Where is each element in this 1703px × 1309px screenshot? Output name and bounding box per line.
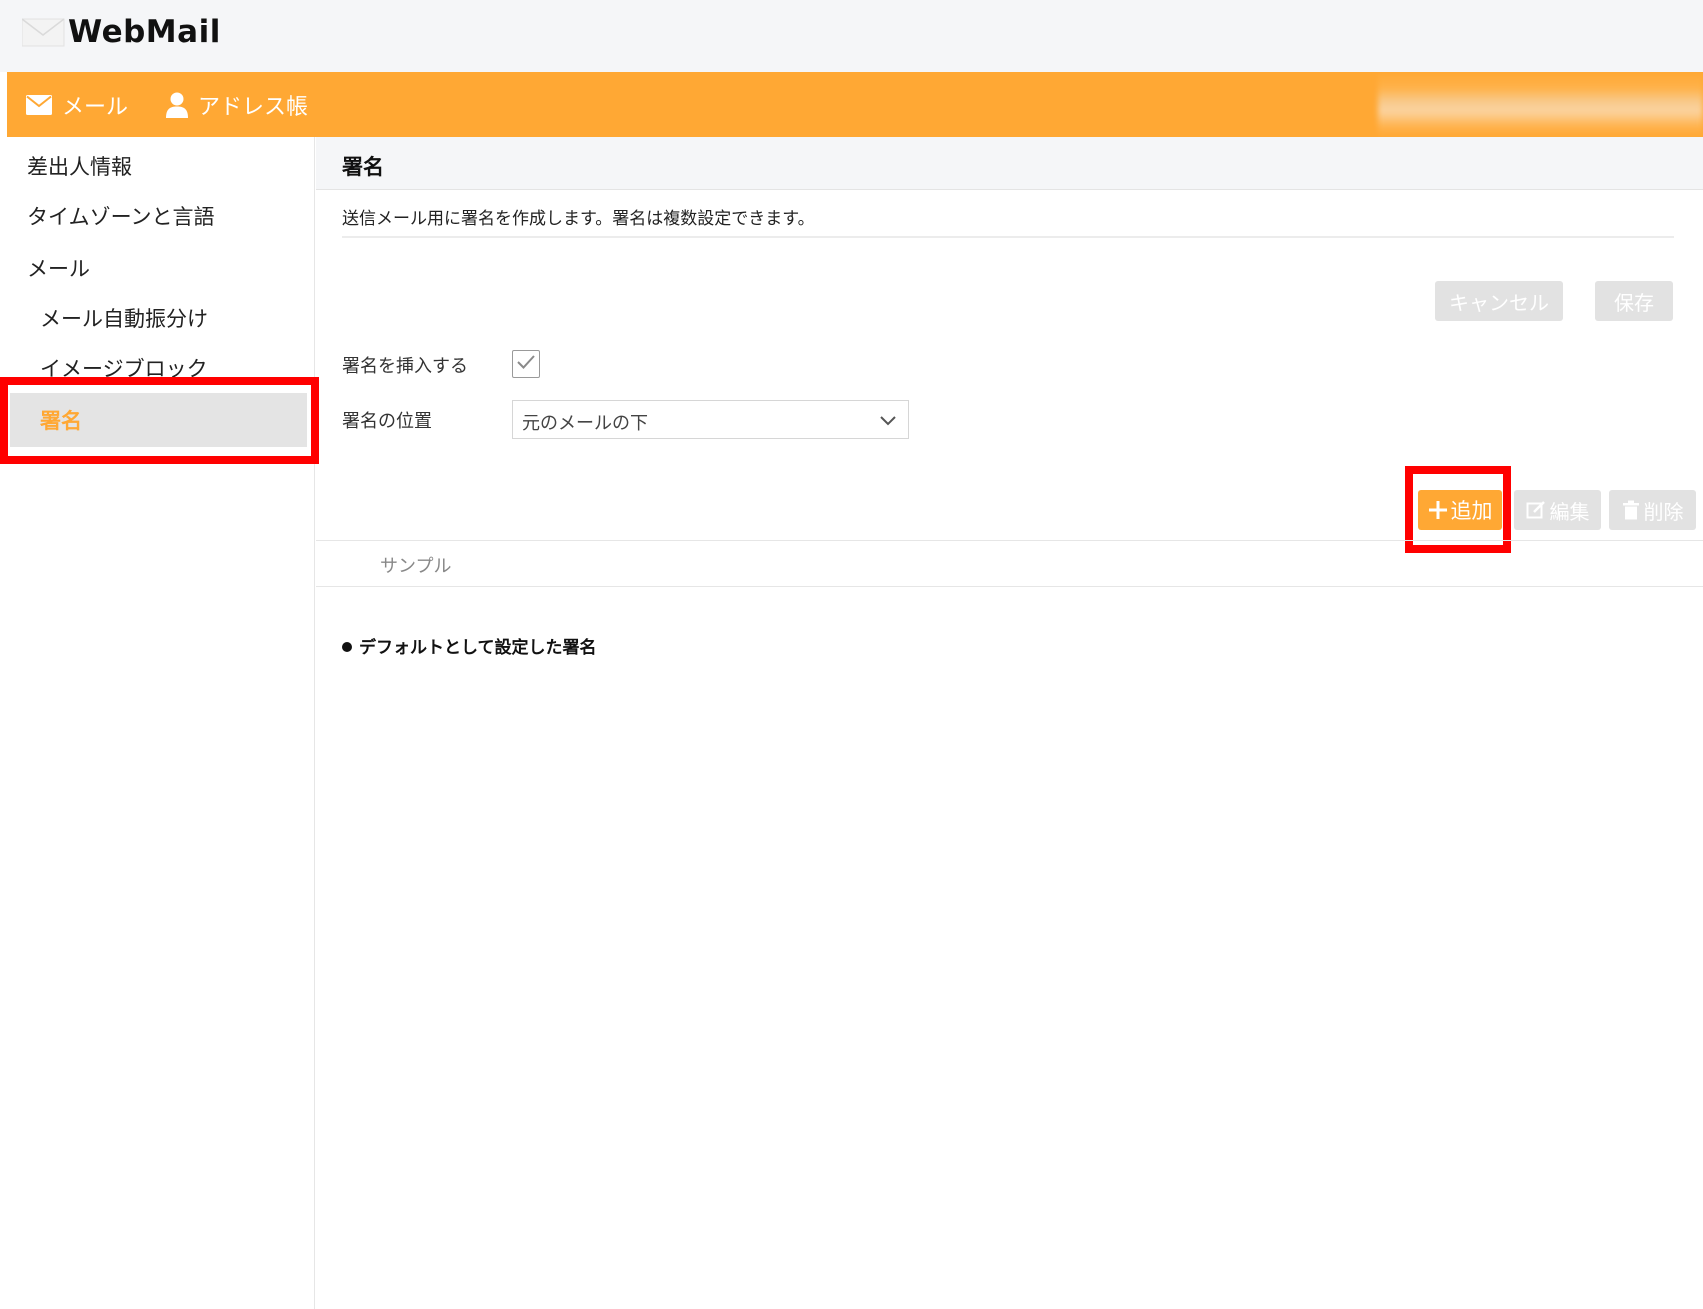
sidebar-item-mail[interactable]: メール <box>27 253 90 283</box>
person-icon <box>166 92 188 118</box>
sidebar-highlight-box <box>0 377 319 464</box>
app-header: WebMail <box>0 0 1703 72</box>
default-signature-note: デフォルトとして設定した署名 <box>342 633 597 658</box>
sidebar-item-sender-info[interactable]: 差出人情報 <box>27 151 132 181</box>
description-divider <box>342 236 1674 238</box>
list-top-border <box>316 540 1703 541</box>
edit-signature-label: 編集 <box>1549 499 1590 524</box>
envelope-icon <box>26 94 52 115</box>
list-bottom-border <box>316 586 1703 587</box>
page-description: 送信メール用に署名を作成します。署名は複数設定できます。 <box>342 209 815 229</box>
sidebar-item-timezone-language[interactable]: タイムゾーンと言語 <box>27 201 215 231</box>
nav-item-address-book-label: アドレス帳 <box>198 94 309 120</box>
delete-signature-button[interactable]: 削除 <box>1609 490 1696 530</box>
trash-icon <box>1622 500 1640 520</box>
checkmark-icon <box>516 354 536 374</box>
insert-signature-label: 署名を挿入する <box>342 356 468 377</box>
content-header: 署名 <box>316 137 1703 190</box>
delete-signature-label: 削除 <box>1643 499 1684 524</box>
app-logo[interactable]: WebMail <box>21 14 221 50</box>
chevron-down-icon <box>878 411 898 433</box>
bullet-icon <box>342 642 352 652</box>
edit-icon <box>1526 500 1546 520</box>
nav-item-mail-label: メール <box>62 94 129 120</box>
nav-item-mail[interactable]: メール <box>26 72 128 137</box>
signature-position-value: 元のメールの下 <box>522 413 648 434</box>
nav-item-address-book[interactable]: アドレス帳 <box>166 72 308 137</box>
default-signature-note-text: デフォルトとして設定した署名 <box>359 638 597 658</box>
nav-gradient-decoration <box>1378 72 1703 137</box>
app-title: WebMail <box>68 14 221 50</box>
signature-list-item[interactable]: サンプル <box>380 552 451 578</box>
signature-position-select[interactable]: 元のメールの下 <box>512 400 909 439</box>
cancel-button[interactable]: キャンセル <box>1435 281 1563 321</box>
edit-signature-button[interactable]: 編集 <box>1514 490 1601 530</box>
sidebar-item-mail-filter[interactable]: メール自動振分け <box>40 303 208 333</box>
settings-sidebar: 差出人情報 タイムゾーンと言語 メール メール自動振分け イメージブロック 署名 <box>0 137 315 1309</box>
page-title: 署名 <box>342 155 384 179</box>
envelope-logo-icon <box>21 17 66 47</box>
save-button[interactable]: 保存 <box>1595 281 1673 321</box>
signature-position-label: 署名の位置 <box>342 411 432 432</box>
main-nav: メール アドレス帳 <box>7 72 1703 137</box>
insert-signature-checkbox[interactable] <box>512 350 540 378</box>
